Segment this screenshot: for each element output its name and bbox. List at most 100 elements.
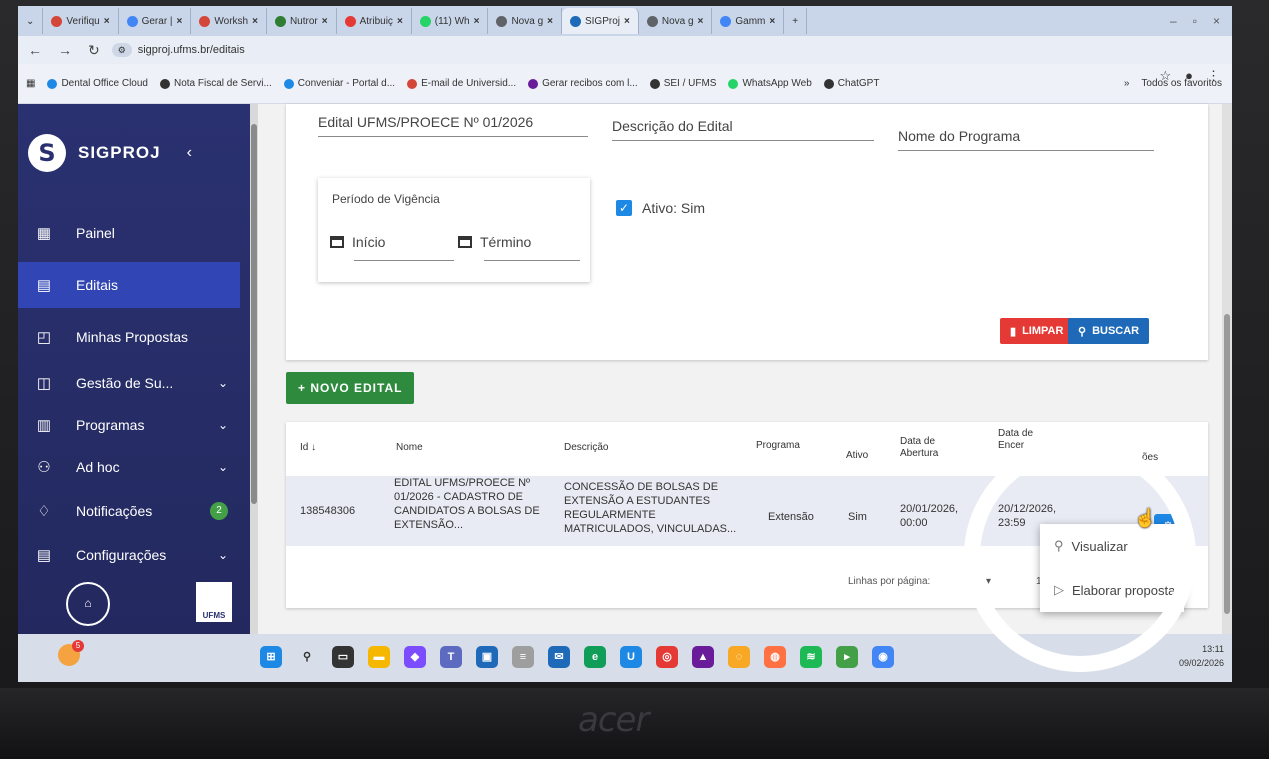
main-scrollbar[interactable] <box>1222 104 1232 634</box>
maximize-icon[interactable]: ▫ <box>1193 14 1197 28</box>
close-tab-icon[interactable]: × <box>769 16 775 27</box>
sidebar-item[interactable]: ◰ Minhas Propostas <box>18 314 240 360</box>
spotify-icon[interactable]: ≋ <box>800 646 822 668</box>
star-icon[interactable]: ☆ <box>1159 68 1171 84</box>
search-taskbar-icon[interactable]: ⚲ <box>296 646 318 668</box>
sidebar-item[interactable]: ▦ Painel <box>18 210 240 256</box>
firefox-icon[interactable]: ◍ <box>764 646 786 668</box>
close-tab-icon[interactable]: × <box>547 16 553 27</box>
site-info-icon[interactable]: ⚙ <box>111 43 132 57</box>
bookmark-item[interactable]: SEI / UFMS <box>649 78 716 89</box>
sidebar-item[interactable]: ▥ Programas ⌄ <box>18 402 240 448</box>
limpar-button[interactable]: ▮ LIMPAR <box>1000 318 1074 344</box>
browser-tab[interactable]: Nova g × <box>488 8 562 34</box>
close-tab-icon[interactable]: × <box>474 16 480 27</box>
store-icon[interactable]: ▣ <box>476 646 498 668</box>
bookmark-item[interactable]: ChatGPT <box>823 78 879 89</box>
browser-tab[interactable]: Gamm × <box>712 8 785 34</box>
close-tab-icon[interactable]: × <box>624 16 630 27</box>
inicio-field[interactable]: Início <box>330 234 385 250</box>
app4-icon[interactable]: ▸ <box>836 646 858 668</box>
minimize-icon[interactable]: – <box>1170 14 1177 28</box>
collapse-sidebar-icon[interactable]: ‹ <box>187 144 192 162</box>
widget-icon[interactable]: ◆ <box>404 646 426 668</box>
chrome2-icon[interactable]: ◉ <box>872 646 894 668</box>
folder-icon[interactable]: ▬ <box>368 646 390 668</box>
buscar-button[interactable]: ⚲ BUSCAR <box>1068 318 1150 344</box>
bookmark-item[interactable]: WhatsApp Web <box>728 78 812 89</box>
task-view-icon[interactable]: ▭ <box>332 646 354 668</box>
browser-tab[interactable]: Nutror × <box>267 8 337 34</box>
programs-icon: ▥ <box>36 417 52 434</box>
programa-field[interactable]: Nome do Programa <box>898 128 1154 151</box>
browser-tab[interactable]: Nova g × <box>639 8 713 34</box>
new-tab-button[interactable]: + <box>784 8 808 34</box>
window-controls: – ▫ × <box>1170 14 1232 28</box>
bookmark-item[interactable]: Nota Fiscal de Servi... <box>159 78 272 89</box>
teams-icon[interactable]: T <box>440 646 462 668</box>
tab-label: SIGProj <box>584 15 620 27</box>
chrome-icon[interactable]: ◎ <box>656 646 678 668</box>
app2-icon[interactable]: ▲ <box>692 646 714 668</box>
mail-icon[interactable]: ✉ <box>548 646 570 668</box>
cell-programa: Extensão <box>768 511 814 523</box>
header-id[interactable]: Id ↓ <box>300 442 316 454</box>
novo-edital-button[interactable]: + NOVO EDITAL <box>286 372 415 404</box>
bookmark-icon <box>159 78 170 89</box>
sidebar-item[interactable]: ▤ Editais <box>18 262 240 308</box>
edital-field[interactable]: Edital UFMS/PROECE Nº 01/2026 <box>318 114 588 137</box>
bookmark-item[interactable]: Dental Office Cloud <box>47 78 148 89</box>
user-avatar-icon[interactable]: 5 <box>58 640 84 666</box>
u-app-icon[interactable]: U <box>620 646 642 668</box>
sidebar-item[interactable]: ▤ Configurações ⌄ <box>18 532 240 578</box>
close-tab-icon[interactable]: × <box>698 16 704 27</box>
tab-label: Verifiqu <box>66 15 100 27</box>
close-window-icon[interactable]: × <box>1213 14 1220 28</box>
header-ativo[interactable]: Ativo <box>846 450 868 462</box>
reload-icon[interactable]: ↻ <box>88 42 100 59</box>
header-programa[interactable]: Programa <box>756 440 800 452</box>
back-icon[interactable]: ← <box>28 42 42 59</box>
close-tab-icon[interactable]: × <box>322 16 328 27</box>
close-tab-icon[interactable]: × <box>397 16 403 27</box>
ativo-checkbox[interactable]: ✓ Ativo: Sim <box>616 200 705 216</box>
descricao-field[interactable]: Descrição do Edital <box>612 118 874 141</box>
edge-icon[interactable]: e <box>584 646 606 668</box>
more-bookmarks-button[interactable]: » <box>1124 78 1130 89</box>
browser-tab[interactable]: Atribuiç × <box>337 8 412 34</box>
header-nome[interactable]: Nome <box>396 442 423 454</box>
app3-icon[interactable]: ◌ <box>728 646 750 668</box>
browser-tab[interactable]: SIGProj × <box>561 8 639 34</box>
close-tab-icon[interactable]: × <box>252 16 258 27</box>
bookmark-item[interactable]: Conveniar - Portal d... <box>283 78 395 89</box>
browser-tab[interactable]: Verifiqu × <box>43 8 119 34</box>
dashboard-icon: ▦ <box>36 225 52 242</box>
browser-tab[interactable]: Worksh × <box>191 8 267 34</box>
sidebar-item[interactable]: ◫ Gestão de Su... ⌄ <box>18 360 240 406</box>
header-abertura[interactable]: Data de Abertura <box>900 436 964 460</box>
sidebar-item[interactable]: ⚇ Ad hoc ⌄ <box>18 444 240 490</box>
menu-icon[interactable]: ⋮ <box>1207 68 1220 84</box>
calendar-icon <box>458 236 472 248</box>
sidebar-item-label: Gestão de Su... <box>76 375 174 391</box>
sidebar-scrollbar[interactable] <box>250 104 258 634</box>
sigproj-icon <box>569 15 581 27</box>
sidebar-item[interactable]: ♢ Notificações 2 <box>18 488 240 534</box>
bookmark-item[interactable]: E-mail de Universid... <box>407 78 516 89</box>
url-field[interactable]: sigproj.ufms.br/editais <box>138 44 245 56</box>
header-descricao[interactable]: Descrição <box>564 442 608 454</box>
forward-icon[interactable]: → <box>58 42 72 59</box>
termino-field[interactable]: Término <box>458 234 531 250</box>
close-tab-icon[interactable]: × <box>104 16 110 27</box>
start-icon[interactable]: ⊞ <box>260 646 282 668</box>
bookmark-item[interactable]: Gerar recibos com l... <box>528 78 638 89</box>
system-tray[interactable]: 13:11 09/02/2026 <box>1179 642 1224 670</box>
apps-icon[interactable]: ▦ <box>26 78 35 89</box>
browser-tab[interactable]: (11) Wh × <box>412 8 489 34</box>
extension-icon[interactable]: ● <box>1185 68 1193 84</box>
close-tab-icon[interactable]: × <box>177 16 183 27</box>
chevron-down-icon: ⌄ <box>217 548 228 562</box>
tab-menu[interactable]: ⌄ <box>18 8 44 34</box>
app-icon[interactable]: ≡ <box>512 646 534 668</box>
browser-tab[interactable]: Gerar | × <box>119 8 192 34</box>
